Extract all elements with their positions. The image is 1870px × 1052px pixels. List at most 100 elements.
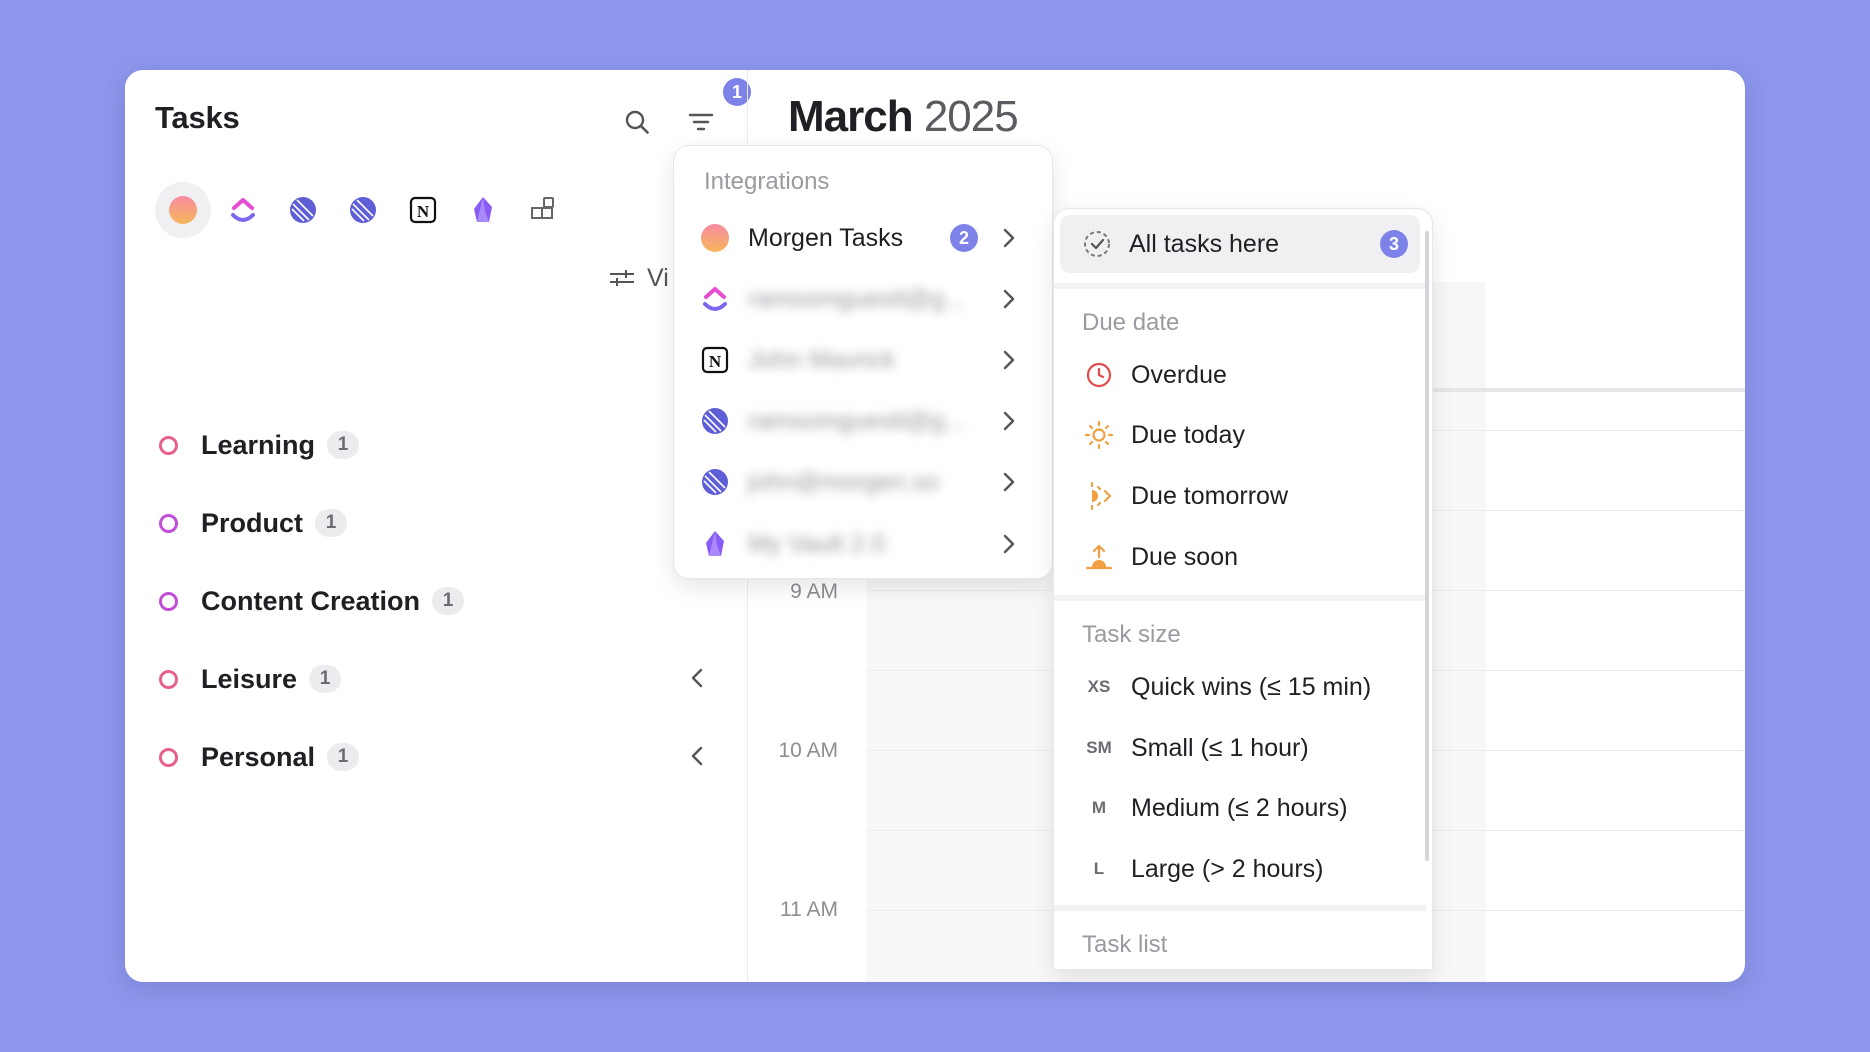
menu-scrollbar[interactable] bbox=[1425, 231, 1429, 861]
menu-divider bbox=[1054, 905, 1426, 911]
list-color-dot bbox=[159, 435, 178, 455]
sidebar-title: Tasks bbox=[155, 100, 240, 135]
chevron-right-icon bbox=[1003, 472, 1015, 492]
filter-label: Medium (≤ 2 hours) bbox=[1131, 793, 1348, 822]
list-item-content-creation[interactable]: Content Creation 1 bbox=[155, 576, 725, 626]
integration-label: My Vault 2.0 bbox=[748, 529, 886, 558]
sun-icon bbox=[1082, 420, 1116, 450]
menu-divider bbox=[1054, 283, 1426, 289]
task-size-heading: Task size bbox=[1082, 621, 1181, 648]
sliders-icon bbox=[610, 270, 634, 286]
task-sidebar: Tasks 1 N Vi Learning 1 Product 1 Conten… bbox=[125, 70, 751, 982]
filter-label: Small (≤ 1 hour) bbox=[1131, 733, 1309, 762]
morgen-icon bbox=[169, 196, 197, 224]
integration-count-badge: 2 bbox=[950, 224, 978, 252]
list-color-dot bbox=[159, 513, 178, 533]
integration-linear-2[interactable] bbox=[335, 182, 391, 238]
linear-icon bbox=[290, 197, 316, 223]
chevron-right-icon bbox=[1003, 289, 1015, 309]
integration-obsidian[interactable] bbox=[455, 182, 511, 238]
filter-size-sm[interactable]: SM Small (≤ 1 hour) bbox=[1060, 720, 1420, 776]
integration-clickup[interactable] bbox=[215, 182, 271, 238]
calendar-year: 2025 bbox=[923, 92, 1019, 141]
search-button[interactable] bbox=[617, 102, 657, 142]
list-label: Leisure bbox=[201, 663, 298, 694]
integration-add[interactable] bbox=[515, 182, 571, 238]
filter-size-xs[interactable]: XS Quick wins (≤ 15 min) bbox=[1060, 659, 1420, 715]
filter-due-soon[interactable]: Due soon bbox=[1060, 529, 1420, 585]
calendar-month-title: March 2025 bbox=[788, 92, 1019, 142]
menu-divider bbox=[1054, 595, 1426, 601]
view-options-button[interactable]: Vi bbox=[609, 260, 669, 296]
notion-icon: N bbox=[698, 343, 732, 377]
filter-due-today[interactable]: Due today bbox=[1060, 407, 1420, 463]
list-count: 1 bbox=[327, 743, 360, 771]
svg-text:N: N bbox=[417, 202, 430, 221]
list-item-learning[interactable]: Learning 1 bbox=[155, 420, 725, 470]
morgen-icon bbox=[698, 221, 732, 255]
list-color-dot bbox=[159, 669, 178, 689]
list-color-dot bbox=[159, 747, 178, 767]
integration-item-obsidian[interactable]: My Vault 2.0 bbox=[688, 516, 1038, 572]
calendar-month: March bbox=[788, 92, 914, 141]
integration-item-clickup[interactable]: ramsomguestl@g... bbox=[688, 271, 1038, 327]
integration-morgen[interactable] bbox=[155, 182, 211, 238]
linear-icon bbox=[350, 197, 376, 223]
filter-due-tomorrow[interactable]: Due tomorrow bbox=[1060, 468, 1420, 524]
size-tag: SM bbox=[1086, 738, 1112, 757]
integrations-menu: Integrations Morgen Tasks 2 ramsomguestl… bbox=[673, 145, 1053, 579]
chevron-left-icon[interactable] bbox=[689, 744, 705, 768]
size-tag: L bbox=[1093, 859, 1105, 878]
svg-text:N: N bbox=[709, 352, 722, 371]
integration-notion[interactable]: N bbox=[395, 182, 451, 238]
integration-label: Morgen Tasks bbox=[748, 223, 904, 252]
chevron-left-icon[interactable] bbox=[689, 666, 705, 690]
check-circle-icon bbox=[1080, 229, 1114, 259]
integration-item-linear-1[interactable]: ramsomguestl@g... bbox=[688, 393, 1038, 449]
list-count: 1 bbox=[432, 587, 464, 615]
filter-label: Quick wins (≤ 15 min) bbox=[1131, 672, 1372, 701]
chevron-right-icon bbox=[1003, 534, 1015, 554]
chevron-right-icon bbox=[1003, 411, 1015, 431]
list-label: Learning bbox=[201, 429, 316, 460]
search-icon bbox=[625, 110, 649, 134]
list-item-product[interactable]: Product 1 bbox=[155, 498, 725, 548]
integration-item-morgen[interactable]: Morgen Tasks 2 bbox=[688, 210, 1038, 266]
filter-size-m[interactable]: M Medium (≤ 2 hours) bbox=[1060, 780, 1420, 836]
chevron-right-icon bbox=[1003, 228, 1015, 248]
all-tasks-count-badge: 3 bbox=[1380, 230, 1408, 258]
sunrise-icon bbox=[1082, 542, 1116, 572]
filter-label: Large (> 2 hours) bbox=[1131, 854, 1324, 883]
clickup-icon bbox=[231, 198, 255, 222]
integration-label: john@morgen.so bbox=[748, 467, 939, 496]
time-label: 9 AM bbox=[790, 580, 838, 603]
list-label: Content Creation bbox=[201, 585, 420, 616]
linear-icon bbox=[698, 404, 732, 438]
all-tasks-label: All tasks here bbox=[1129, 229, 1280, 258]
all-tasks-here-option[interactable]: All tasks here 3 bbox=[1060, 215, 1420, 273]
filter-size-l[interactable]: L Large (> 2 hours) bbox=[1060, 841, 1420, 897]
list-count: 1 bbox=[315, 509, 348, 537]
task-list-heading: Task list bbox=[1082, 931, 1168, 958]
filter-icon bbox=[688, 113, 714, 131]
chevron-right-icon bbox=[1003, 350, 1015, 370]
integration-label: John Mavrick bbox=[748, 345, 896, 374]
filter-label: Due today bbox=[1131, 420, 1245, 449]
notion-icon: N bbox=[409, 196, 437, 224]
filter-button[interactable] bbox=[681, 102, 721, 142]
size-tag: M bbox=[1091, 798, 1107, 817]
time-label: 10 AM bbox=[778, 739, 838, 762]
list-item-personal[interactable]: Personal 1 bbox=[155, 732, 725, 782]
list-label: Personal bbox=[201, 741, 316, 772]
integration-item-linear-2[interactable]: john@morgen.so bbox=[688, 454, 1038, 510]
list-item-leisure[interactable]: Leisure 1 bbox=[155, 654, 725, 704]
integration-label: ramsomguestl@g... bbox=[748, 406, 966, 435]
integration-linear-1[interactable] bbox=[275, 182, 331, 238]
clickup-icon bbox=[698, 282, 732, 316]
filter-overdue[interactable]: Overdue bbox=[1060, 347, 1420, 403]
filter-label: Due soon bbox=[1131, 542, 1239, 571]
integration-label: ramsomguestl@g... bbox=[748, 284, 966, 313]
integration-item-notion[interactable]: N John Mavrick bbox=[688, 332, 1038, 388]
list-count: 1 bbox=[327, 431, 360, 459]
list-count: 1 bbox=[309, 665, 342, 693]
